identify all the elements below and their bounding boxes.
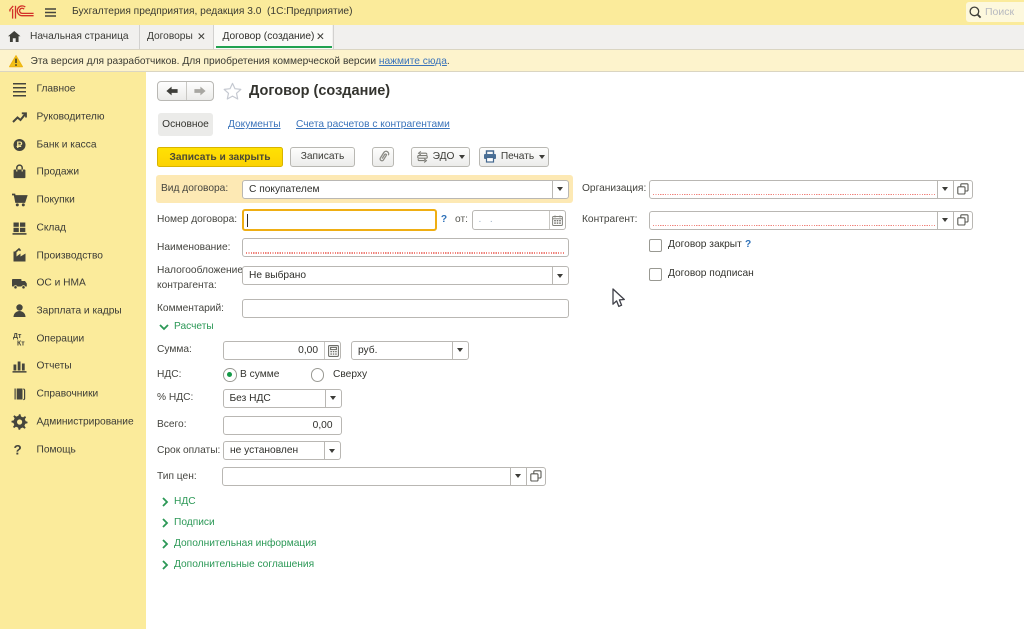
svg-text:Кт: Кт — [17, 340, 25, 347]
svg-text:P: P — [16, 140, 22, 150]
svg-text:Дт: Дт — [13, 333, 22, 340]
